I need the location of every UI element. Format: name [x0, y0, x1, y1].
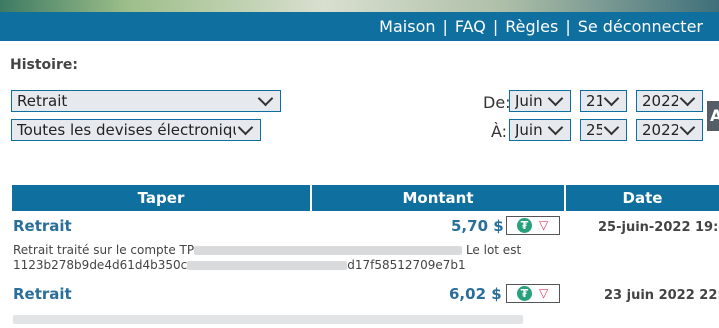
chevron-down-icon — [603, 90, 620, 107]
currency-select[interactable]: Toutes les devises électroniques — [11, 119, 261, 141]
currency-badge: ₮ ▽ — [506, 284, 560, 303]
from-day-select[interactable]: 21 — [580, 90, 627, 112]
to-month-select[interactable]: Juin — [509, 119, 571, 141]
tron-icon: ▽ — [539, 286, 549, 300]
column-header-amount: Montant — [312, 185, 564, 211]
row-batch-id-start: 1123b278b9de4d61d4b350c — [13, 258, 188, 272]
top-nav: Maison | FAQ | Règles | Se déconnecter — [0, 12, 719, 41]
row-description-start: Retrait traité sur le compte TP — [13, 243, 195, 257]
row-description-end: Le lot est — [465, 243, 522, 257]
row-amount: 5,70 $ — [451, 217, 504, 235]
from-month-value: Juin — [515, 92, 543, 110]
from-year-value: 2022 — [642, 92, 678, 110]
to-day-select[interactable]: 25 — [580, 119, 627, 141]
redacted-text — [194, 246, 463, 255]
chevron-down-icon — [679, 119, 696, 136]
nav-faq-link[interactable]: FAQ — [455, 17, 486, 36]
column-header-type: Taper — [12, 185, 310, 211]
redacted-text — [13, 315, 523, 324]
from-day-value: 21 — [586, 92, 602, 110]
nav-rules-link[interactable]: Règles — [505, 17, 558, 36]
from-year-select[interactable]: 2022 — [636, 90, 703, 112]
to-label: À: — [491, 122, 508, 141]
apply-filter-label: A — [710, 106, 719, 125]
chevron-down-icon — [547, 119, 564, 136]
currency-badge: ₮ ▽ — [506, 216, 560, 235]
chevron-down-icon — [547, 90, 564, 107]
column-header-date: Date — [566, 185, 719, 211]
transaction-type-value: Retrait — [17, 92, 68, 110]
history-label: Histoire: — [10, 57, 78, 73]
nav-separator: | — [442, 17, 448, 36]
row-date: 25-juin-2022 19:0 — [598, 220, 719, 235]
row-type: Retrait — [13, 217, 72, 235]
redacted-text — [187, 261, 348, 270]
nav-logout-link[interactable]: Se déconnecter — [578, 17, 703, 36]
from-label: De: — [483, 93, 511, 112]
transaction-type-select[interactable]: Retrait — [11, 90, 281, 112]
to-year-value: 2022 — [642, 121, 678, 139]
nav-home-link[interactable]: Maison — [379, 17, 435, 36]
row-description-cut — [13, 309, 523, 328]
apply-filter-button[interactable]: A — [707, 101, 719, 131]
row-description: Retrait traité sur le compte TP Le lot e… — [13, 243, 521, 273]
tether-icon: ₮ — [517, 218, 532, 233]
chevron-down-icon — [237, 119, 254, 136]
row-amount: 6,02 $ — [449, 285, 502, 303]
chevron-down-icon — [603, 119, 620, 136]
from-month-select[interactable]: Juin — [509, 90, 571, 112]
tron-icon: ▽ — [539, 218, 549, 232]
chevron-down-icon — [257, 90, 274, 107]
nav-separator: | — [492, 17, 499, 36]
row-type: Retrait — [13, 285, 72, 303]
to-month-value: Juin — [515, 121, 543, 139]
row-date: 23 juin 2022 22:42 — [604, 288, 719, 303]
tether-icon: ₮ — [517, 286, 532, 301]
to-year-select[interactable]: 2022 — [636, 119, 703, 141]
nav-separator: | — [565, 17, 571, 36]
chevron-down-icon — [679, 90, 696, 107]
currency-value: Toutes les devises électroniques — [17, 121, 236, 139]
header-banner — [0, 0, 719, 12]
row-batch-id-end: d17f58512709e7b1 — [347, 258, 466, 272]
to-day-value: 25 — [586, 121, 602, 139]
